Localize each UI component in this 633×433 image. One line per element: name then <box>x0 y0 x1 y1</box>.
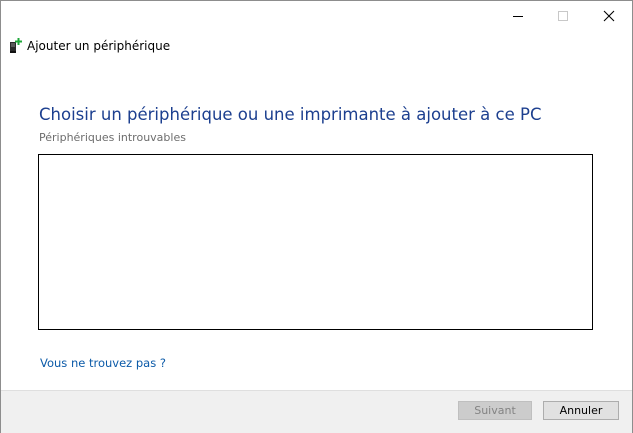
minimize-button[interactable] <box>495 1 541 31</box>
device-list[interactable] <box>38 154 593 330</box>
page-title: Choisir un périphérique ou une imprimant… <box>39 105 542 124</box>
minimize-icon <box>513 16 523 17</box>
next-button: Suivant <box>458 401 532 420</box>
close-icon <box>603 10 615 22</box>
add-device-window: Ajouter un périphérique Choisir un périp… <box>0 0 633 433</box>
cancel-button[interactable]: Annuler <box>543 401 619 420</box>
search-status-text: Périphériques introuvables <box>39 131 186 144</box>
wizard-footer: Suivant Annuler <box>1 390 632 433</box>
maximize-icon <box>558 11 568 21</box>
window-title: Ajouter un périphérique <box>27 39 171 53</box>
wizard-header: Ajouter un périphérique <box>9 35 170 57</box>
close-button[interactable] <box>586 1 632 31</box>
maximize-button <box>540 1 586 31</box>
add-device-icon <box>10 38 22 53</box>
not-found-link[interactable]: Vous ne trouvez pas ? <box>40 356 166 370</box>
